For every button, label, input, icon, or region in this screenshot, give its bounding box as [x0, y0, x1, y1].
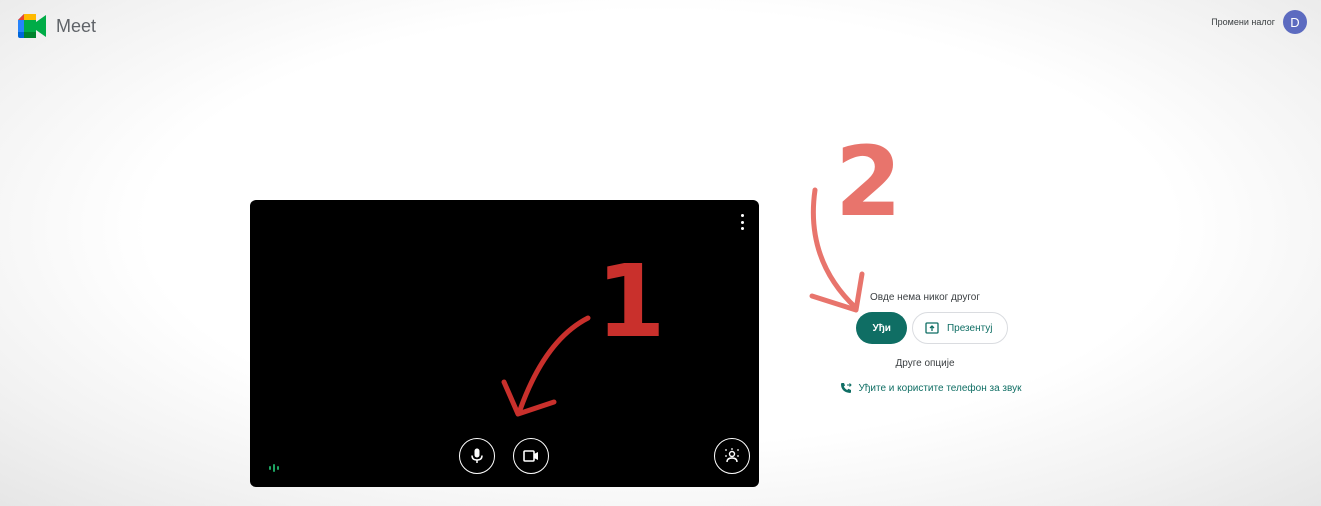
present-button-label: Презентуј: [946, 322, 993, 334]
switch-account-link[interactable]: Промени налог: [1211, 16, 1275, 29]
meet-prejoin-page: Meet Промени налог D Овде нема никог дру…: [0, 0, 1321, 506]
join-panel: Овде нема никог другог Уђи Презентуј Дру…: [810, 255, 1040, 394]
present-button[interactable]: Презентуј: [911, 312, 1008, 344]
account-area: Промени налог D: [1211, 10, 1307, 34]
other-options-heading: Друге опције: [895, 358, 955, 369]
join-button[interactable]: Уђи: [856, 312, 907, 344]
meet-logo-icon: [18, 14, 46, 38]
camera-icon: [523, 450, 538, 462]
camera-button[interactable]: [513, 438, 549, 474]
participants-status: Овде нема никог другог: [870, 292, 980, 303]
join-with-phone-label: Уђите и користите телефон за звук: [858, 382, 1022, 394]
audio-level-icon: [269, 464, 279, 472]
meeting-name: [810, 255, 1040, 276]
microphone-button[interactable]: [459, 438, 495, 474]
avatar[interactable]: D: [1283, 10, 1307, 34]
annotation-step-2: 2: [835, 126, 902, 238]
present-to-all-icon: [925, 322, 939, 334]
top-bar: Meet Промени налог D: [0, 0, 1321, 52]
visual-effects-button[interactable]: [714, 438, 750, 474]
meet-logo[interactable]: Meet: [18, 14, 96, 38]
microphone-icon: [471, 448, 483, 463]
join-actions: Уђи Презентуј: [824, 312, 1040, 344]
phone-forwarded-icon: [841, 383, 853, 393]
visual-effects-icon: [725, 448, 739, 463]
annotation-step-1: 1: [596, 243, 666, 360]
app-name: Meet: [56, 15, 97, 36]
video-preview: [250, 200, 759, 487]
more-vert-icon[interactable]: [739, 214, 745, 230]
account-info: Промени налог: [1211, 16, 1275, 29]
join-with-phone-link[interactable]: Уђите и користите телефон за звук: [822, 382, 1040, 394]
